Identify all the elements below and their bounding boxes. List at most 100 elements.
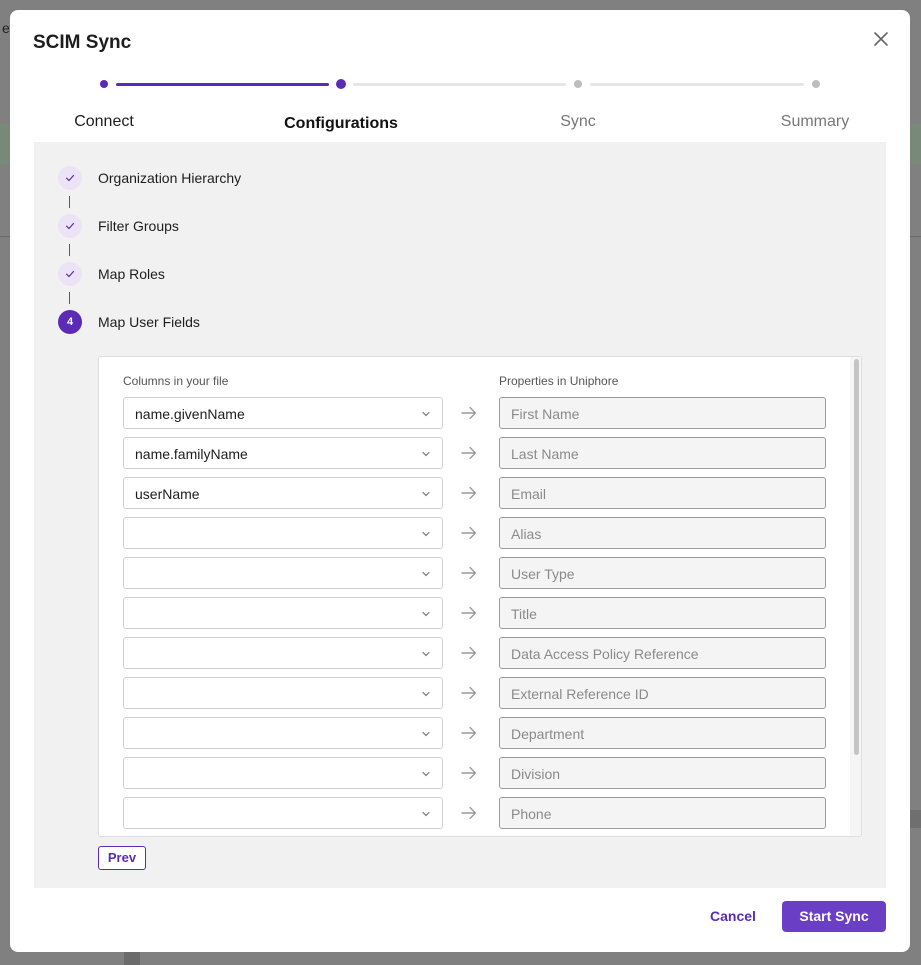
substep-label: Map User Fields	[98, 314, 200, 330]
property-label: First Name	[511, 406, 580, 422]
close-icon[interactable]	[871, 29, 891, 49]
step-number-badge: 4	[58, 310, 82, 334]
arrow-right-icon	[461, 446, 477, 460]
column-select[interactable]: userName	[123, 477, 443, 509]
scim-sync-modal: SCIM Sync Connect Configurations Sync Su…	[10, 10, 910, 952]
column-select[interactable]	[123, 757, 443, 789]
arrow-right-icon	[461, 646, 477, 660]
arrow-right-icon	[461, 686, 477, 700]
arrow-right-icon	[461, 806, 477, 820]
property-field: Department	[499, 717, 826, 749]
background-element	[124, 952, 140, 965]
step-connector	[353, 83, 566, 86]
step-label-summary: Summary	[780, 113, 850, 130]
column-select[interactable]	[123, 557, 443, 589]
property-field: Title	[499, 597, 826, 629]
property-label: Email	[511, 486, 547, 502]
arrow-right-icon	[461, 526, 477, 540]
check-icon	[58, 262, 82, 286]
step-connector	[590, 83, 804, 86]
chevron-down-icon	[422, 451, 430, 457]
substep-label: Filter Groups	[98, 218, 179, 234]
column-select[interactable]	[123, 717, 443, 749]
cancel-button[interactable]: Cancel	[710, 908, 756, 924]
step-dot-connect	[100, 80, 108, 88]
column-select[interactable]	[123, 797, 443, 829]
mapping-row: userName Email	[123, 477, 827, 509]
column-select[interactable]	[123, 597, 443, 629]
step-label-sync: Sync	[560, 113, 596, 130]
check-icon	[58, 166, 82, 190]
property-field: Division	[499, 757, 826, 789]
chevron-down-icon	[422, 651, 430, 657]
property-label: Last Name	[511, 446, 579, 462]
mapping-row: External Reference ID	[123, 677, 827, 709]
step-label-connect: Connect	[74, 113, 134, 130]
step-dot-sync	[574, 80, 582, 88]
arrow-right-icon	[461, 406, 477, 420]
property-field: Data Access Policy Reference	[499, 637, 826, 669]
columns-header: Columns in your file	[123, 374, 229, 388]
chevron-down-icon	[422, 731, 430, 737]
property-label: Data Access Policy Reference	[511, 646, 699, 662]
field-mapping-panel: Columns in your file Properties in Uniph…	[98, 356, 862, 837]
property-field: User Type	[499, 557, 826, 589]
chevron-down-icon	[422, 691, 430, 697]
property-label: Alias	[511, 526, 542, 542]
mapping-row: Division	[123, 757, 827, 789]
step-dot-summary	[812, 80, 820, 88]
column-select-value: name.givenName	[135, 406, 245, 422]
mapping-row: name.givenName First Name	[123, 397, 827, 429]
substep-connector	[69, 292, 70, 304]
step-dot-configurations	[336, 79, 346, 89]
column-select[interactable]	[123, 517, 443, 549]
chevron-down-icon	[422, 491, 430, 497]
substep-label: Organization Hierarchy	[98, 170, 242, 186]
step-label-configurations: Configurations	[284, 115, 398, 132]
mapping-row: Data Access Policy Reference	[123, 637, 827, 669]
arrow-right-icon	[461, 726, 477, 740]
start-sync-button[interactable]: Start Sync	[782, 901, 886, 932]
mapping-row: Department	[123, 717, 827, 749]
mapping-row: Alias	[123, 517, 827, 549]
column-select-value: name.familyName	[135, 446, 248, 462]
mapping-row: Title	[123, 597, 827, 629]
properties-header: Properties in Uniphore	[499, 374, 619, 388]
mapping-row: name.familyName Last Name	[123, 437, 827, 469]
column-select[interactable]	[123, 677, 443, 709]
property-field: Alias	[499, 517, 826, 549]
check-icon	[58, 214, 82, 238]
background-text: e	[2, 20, 10, 36]
property-field: First Name	[499, 397, 826, 429]
property-field: External Reference ID	[499, 677, 826, 709]
column-select[interactable]: name.familyName	[123, 437, 443, 469]
chevron-down-icon	[422, 811, 430, 817]
chevron-down-icon	[422, 571, 430, 577]
property-field: Last Name	[499, 437, 826, 469]
mapping-row: Phone	[123, 797, 827, 829]
column-select[interactable]: name.givenName	[123, 397, 443, 429]
prev-button[interactable]: Prev	[98, 846, 146, 870]
property-label: Department	[511, 726, 585, 742]
step-connector-done	[116, 83, 329, 86]
modal-title: SCIM Sync	[33, 32, 132, 53]
property-label: Division	[511, 766, 561, 782]
arrow-right-icon	[461, 606, 477, 620]
property-label: User Type	[511, 566, 575, 582]
column-select[interactable]	[123, 637, 443, 669]
substep-connector	[69, 196, 70, 208]
configuration-panel: Organization Hierarchy Filter Groups Map…	[34, 142, 886, 888]
arrow-right-icon	[461, 766, 477, 780]
arrow-right-icon	[461, 566, 477, 580]
chevron-down-icon	[422, 771, 430, 777]
chevron-down-icon	[422, 411, 430, 417]
property-label: Phone	[511, 806, 552, 822]
chevron-down-icon	[422, 531, 430, 537]
property-label: Title	[511, 606, 537, 622]
property-field: Email	[499, 477, 826, 509]
property-field: Phone	[499, 797, 826, 829]
column-select-value: userName	[135, 486, 200, 502]
scrollbar-thumb[interactable]	[854, 359, 859, 755]
arrow-right-icon	[461, 486, 477, 500]
chevron-down-icon	[422, 611, 430, 617]
